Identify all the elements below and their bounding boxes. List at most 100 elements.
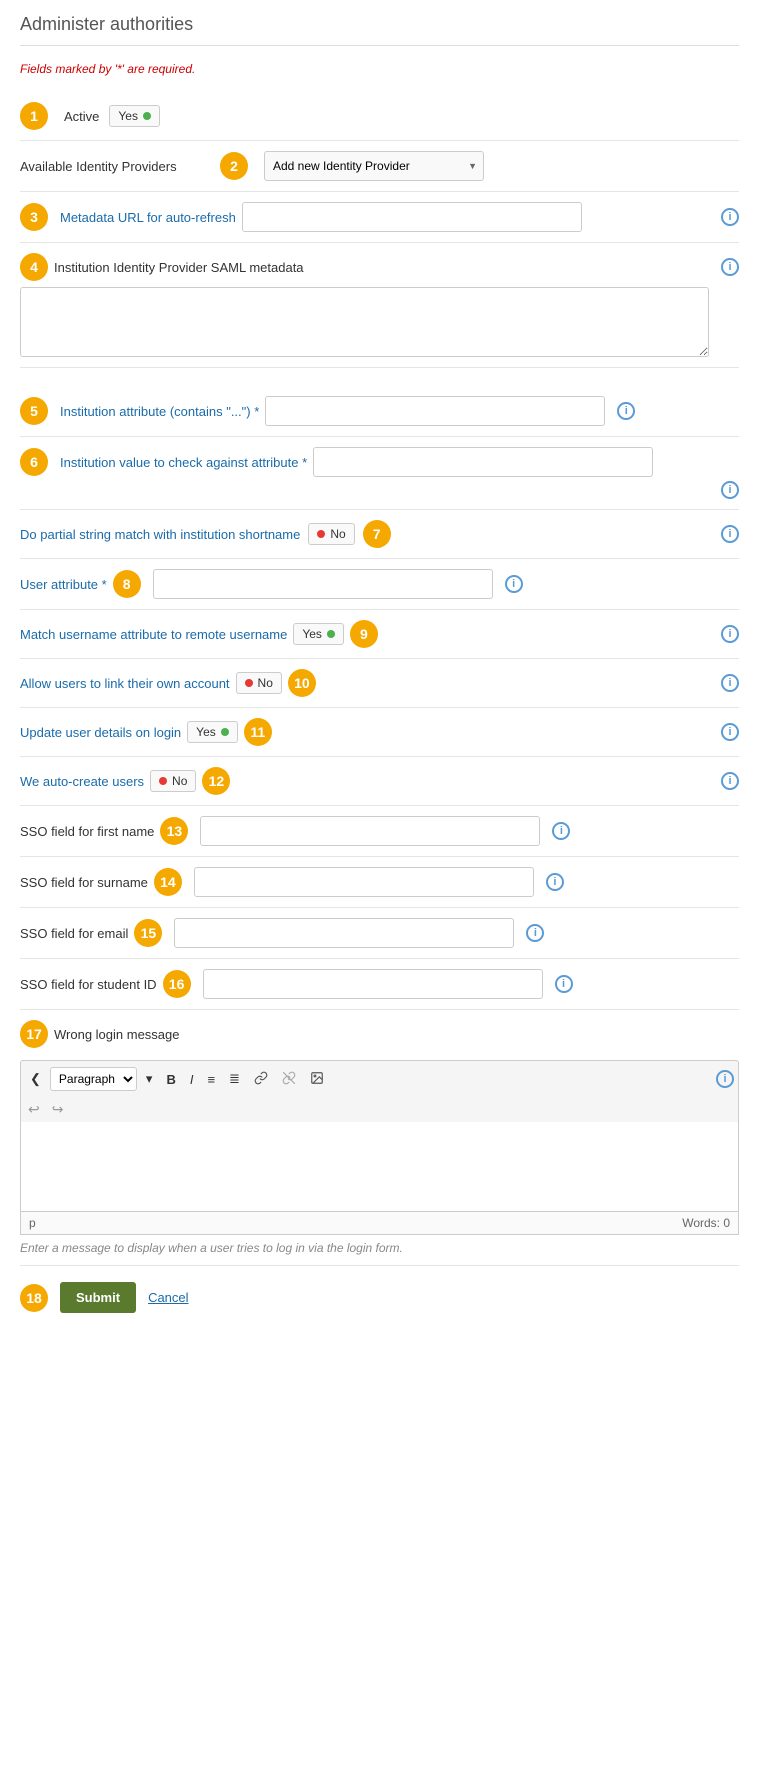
match-username-info-icon[interactable]: i [721,625,739,643]
match-username-label: Match username attribute to remote usern… [20,627,287,642]
badge-2: 2 [220,152,248,180]
saml-label: Institution Identity Provider SAML metad… [54,260,304,275]
auto-create-label: We auto-create users [20,774,144,789]
badge-5: 5 [20,397,48,425]
allow-link-dot [245,679,253,687]
row-institution-attr: 5 Institution attribute (contains "...")… [20,386,739,437]
actions-row: 18 Submit Cancel [20,1266,739,1313]
submit-button[interactable]: Submit [60,1282,136,1313]
allow-link-info-icon[interactable]: i [721,674,739,692]
toolbar-italic-btn[interactable]: I [185,1069,199,1090]
match-username-value: Yes [302,627,322,641]
match-username-dot [327,630,335,638]
sso-studentid-input[interactable] [203,969,543,999]
toolbar-paragraph-select[interactable]: Paragraph Heading 1 Heading 2 Heading 3 [50,1067,137,1091]
editor-toolbar: ❮ Paragraph Heading 1 Heading 2 Heading … [20,1060,739,1097]
metadata-url-label: Metadata URL for auto-refresh [60,210,236,225]
editor-hint: Enter a message to display when a user t… [20,1241,739,1255]
row-metadata-url: 3 Metadata URL for auto-refresh i [20,192,739,243]
partial-match-toggle[interactable]: No [308,523,354,545]
partial-match-value: No [330,527,345,541]
sso-firstname-label: SSO field for first name [20,824,154,839]
institution-value-info-icon[interactable]: i [721,481,739,499]
cancel-link[interactable]: Cancel [148,1290,188,1305]
auto-create-info-icon[interactable]: i [721,772,739,790]
metadata-url-input[interactable] [242,202,582,232]
editor-tag: p [29,1216,36,1230]
update-details-dot [221,728,229,736]
update-details-toggle[interactable]: Yes [187,721,238,743]
badge-12: 12 [202,767,230,795]
badge-4: 4 [20,253,48,281]
active-toggle[interactable]: Yes [109,105,160,127]
idp-label: Available Identity Providers [20,159,210,174]
allow-link-label: Allow users to link their own account [20,676,230,691]
row-sso-firstname: SSO field for first name 13 i [20,806,739,857]
sso-studentid-info-icon[interactable]: i [555,975,573,993]
badge-16: 16 [163,970,191,998]
sso-firstname-info-icon[interactable]: i [552,822,570,840]
institution-value-input[interactable] [313,447,653,477]
toolbar-ol-btn[interactable]: ≣ [224,1068,245,1090]
toolbar-ul-btn[interactable]: ≡ [202,1069,220,1090]
institution-attr-info-icon[interactable]: i [617,402,635,420]
editor-words: Words: 0 [682,1216,730,1230]
update-details-info-icon[interactable]: i [721,723,739,741]
partial-match-label: Do partial string match with institution… [20,527,300,542]
saml-info-icon[interactable]: i [721,258,739,276]
sso-surname-info-icon[interactable]: i [546,873,564,891]
badge-9: 9 [350,620,378,648]
toolbar-bold-btn[interactable]: B [161,1069,180,1090]
user-attr-info-icon[interactable]: i [505,575,523,593]
allow-link-value: No [258,676,273,690]
badge-13: 13 [160,817,188,845]
badge-6: 6 [20,448,48,476]
auto-create-dot [159,777,167,785]
institution-attr-input[interactable] [265,396,605,426]
row-update-details: Update user details on login Yes 11 i [20,708,739,757]
row-saml: 4 Institution Identity Provider SAML met… [20,243,739,368]
wrong-login-top: 17 Wrong login message [20,1020,739,1048]
sso-firstname-input[interactable] [200,816,540,846]
row-sso-studentid: SSO field for student ID 16 i [20,959,739,1010]
required-note: Fields marked by '*' are required. [20,62,739,76]
auto-create-toggle[interactable]: No [150,770,196,792]
row-partial-match: Do partial string match with institution… [20,510,739,559]
update-details-label: Update user details on login [20,725,181,740]
editor-undo-row: ↩ ↪ [20,1097,739,1122]
idp-select[interactable]: Add new Identity Provider [264,151,484,181]
sso-surname-label: SSO field for surname [20,875,148,890]
sso-email-label: SSO field for email [20,926,128,941]
row-sso-surname: SSO field for surname 14 i [20,857,739,908]
allow-link-toggle[interactable]: No [236,672,282,694]
metadata-url-info-icon[interactable]: i [721,208,739,226]
badge-3: 3 [20,203,48,231]
partial-match-info-icon[interactable]: i [721,525,739,543]
sso-surname-input[interactable] [194,867,534,897]
toolbar-chevron[interactable]: ❮ [25,1068,46,1090]
editor-content[interactable] [20,1122,739,1212]
row-idp: Available Identity Providers 2 Add new I… [20,141,739,192]
idp-select-wrapper: Add new Identity Provider [264,151,484,181]
toolbar-link-btn[interactable] [249,1068,273,1091]
redo-btn[interactable]: ↪ [49,1101,67,1118]
undo-btn[interactable]: ↩ [25,1101,43,1118]
partial-match-dot [317,530,325,538]
sso-email-input[interactable] [174,918,514,948]
row-match-username: Match username attribute to remote usern… [20,610,739,659]
row-wrong-login: 17 Wrong login message ❮ Paragraph Headi… [20,1010,739,1266]
toolbar-unlink-btn[interactable] [277,1068,301,1091]
match-username-toggle[interactable]: Yes [293,623,344,645]
user-attr-input[interactable] [153,569,493,599]
saml-textarea[interactable] [20,287,709,357]
sso-email-info-icon[interactable]: i [526,924,544,942]
update-details-value: Yes [196,725,216,739]
toolbar-chevron-down[interactable]: ▾ [141,1068,158,1090]
active-value: Yes [118,109,138,123]
row-allow-link: Allow users to link their own account No… [20,659,739,708]
toolbar-image-btn[interactable] [305,1068,329,1091]
wrong-login-info-icon[interactable]: i [716,1070,734,1088]
badge-8: 8 [113,570,141,598]
badge-7: 7 [363,520,391,548]
page-title: Administer authorities [20,0,739,46]
